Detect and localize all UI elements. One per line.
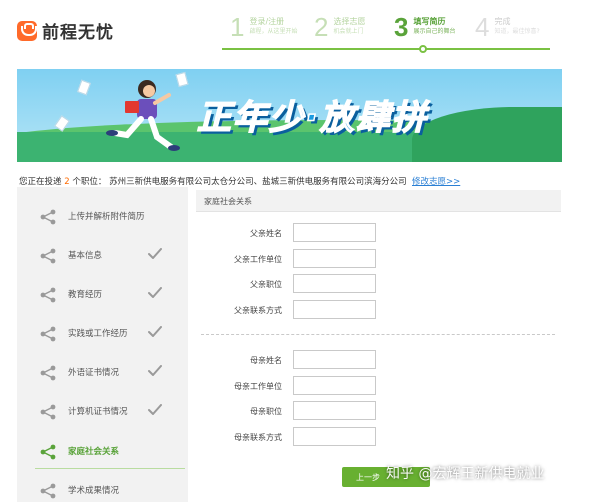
step-title: 填写简历 <box>413 17 446 26</box>
share-node-icon <box>40 404 56 420</box>
field-label: 父亲职位 <box>250 280 282 289</box>
field-label: 父亲姓名 <box>250 229 282 238</box>
notice-prefix: 您正在投递 <box>19 177 62 187</box>
application-notice: 您正在投递 2 个职位： 苏州三新供电服务有限公司太仓分公司、盐城三新供电服务有… <box>19 175 564 187</box>
sidebar-item-label: 实践或工作经历 <box>68 329 128 339</box>
steps-progress-line <box>222 48 550 50</box>
header: 前程无忧 1 登录/注册 啟程，从这里开始 2 选择志愿 机会就上门 3 填写简… <box>0 0 600 62</box>
mother-input-1[interactable] <box>293 376 376 395</box>
father-input-2[interactable] <box>293 274 376 293</box>
sidebar-item[interactable]: 外语证书情况 <box>17 357 188 387</box>
share-node-icon <box>40 483 56 499</box>
field-label: 母亲职位 <box>250 407 282 416</box>
step-subtitle: 展示自己的舞台 <box>413 28 456 35</box>
field-label: 母亲联系方式 <box>234 433 282 442</box>
sidebar-item[interactable]: 计算机证书情况 <box>17 396 188 426</box>
banner-hill <box>412 107 562 162</box>
share-node-icon <box>40 287 56 303</box>
applied-positions: 苏州三新供电服务有限公司太仓分公司、盐城三新供电服务有限公司滨海分公司 <box>109 177 407 187</box>
checkmark-icon <box>148 248 162 260</box>
mother-field-row: 母亲姓名 <box>196 350 496 370</box>
field-label: 母亲工作单位 <box>234 382 282 391</box>
mother-input-0[interactable] <box>293 350 376 369</box>
step-number: 4 <box>475 12 490 42</box>
sidebar-item-label: 学术成果情况 <box>68 486 120 496</box>
modify-preference-link[interactable]: 修改志愿>> <box>412 175 460 187</box>
sidebar-item-label: 基本信息 <box>68 251 103 261</box>
checkmark-icon <box>148 287 162 299</box>
section-title: 家庭社会关系 <box>204 197 252 206</box>
step-4: 4 完成 知道，最佳惊喜? <box>475 12 540 42</box>
sidebar-item-label: 外语证书情况 <box>68 368 120 378</box>
section-divider <box>201 334 555 335</box>
step-title: 完成 <box>494 17 511 26</box>
share-node-icon <box>40 326 56 342</box>
mother-field-row: 母亲联系方式 <box>196 427 496 447</box>
flying-paper-icon <box>77 79 91 96</box>
step-subtitle: 机会就上门 <box>333 28 364 35</box>
resume-sections-sidebar: 上传并解析附件简历 基本信息教育经历实践或工作经历 外语证书情况 计算机证书情况 家庭社… <box>17 187 188 502</box>
notice-middle: 个职位： <box>72 177 107 187</box>
checkmark-icon <box>148 326 162 338</box>
active-item-underline <box>35 468 185 469</box>
sidebar-item-label: 家庭社会关系 <box>68 447 120 457</box>
sidebar-item[interactable]: 家庭社会关系 <box>17 436 188 466</box>
step-number: 3 <box>394 12 409 42</box>
share-node-icon <box>40 248 56 264</box>
step-1: 1 登录/注册 啟程，从这里开始 <box>230 12 297 42</box>
banner-slogan: 正年少·放肆拼 <box>196 97 428 139</box>
checkmark-icon <box>148 404 162 416</box>
sidebar-item-label: 计算机证书情况 <box>68 407 128 417</box>
section-header: 家庭社会关系 <box>196 190 561 212</box>
mother-field-row: 母亲工作单位 <box>196 376 496 396</box>
position-count: 2 <box>64 177 70 187</box>
runner-illustration-icon <box>106 80 180 151</box>
father-input-1[interactable] <box>293 249 376 268</box>
sidebar-item[interactable]: 教育经历 <box>17 279 188 309</box>
checkmark-icon <box>148 365 162 377</box>
mother-field-row: 母亲职位 <box>196 401 496 421</box>
step-title: 选择志愿 <box>333 17 366 26</box>
father-field-row: 父亲联系方式 <box>196 300 496 320</box>
field-label: 母亲姓名 <box>250 356 282 365</box>
sidebar-item[interactable]: 上传并解析附件简历 <box>17 201 188 231</box>
sidebar-item[interactable]: 学术成果情况 <box>17 475 188 502</box>
brand-logo[interactable]: 前程无忧 <box>17 18 114 43</box>
father-input-0[interactable] <box>293 223 376 242</box>
father-field-row: 父亲姓名 <box>196 223 496 243</box>
father-input-3[interactable] <box>293 300 376 319</box>
campaign-banner: 正年少·放肆拼 <box>17 69 562 162</box>
watermark: 知乎 @宏辉王新供电就业 <box>386 466 545 482</box>
step-number: 2 <box>314 12 329 42</box>
share-node-icon <box>40 365 56 381</box>
father-field-row: 父亲工作单位 <box>196 249 496 269</box>
current-step-marker-icon <box>419 45 427 53</box>
brand-logo-icon <box>17 20 37 41</box>
step-subtitle: 啟程，从这里开始 <box>249 28 298 35</box>
progress-steps: 1 登录/注册 啟程，从这里开始 2 选择志愿 机会就上门 3 填写简历 展示自… <box>222 12 550 53</box>
father-field-row: 父亲职位 <box>196 274 496 294</box>
step-2: 2 选择志愿 机会就上门 <box>314 12 365 42</box>
sidebar-item-label: 上传并解析附件简历 <box>68 212 145 222</box>
mother-input-3[interactable] <box>293 427 376 446</box>
sidebar-item-label: 教育经历 <box>68 290 103 300</box>
share-node-icon <box>40 444 56 460</box>
field-label: 父亲工作单位 <box>234 255 282 264</box>
step-number: 1 <box>230 12 245 42</box>
step-title: 登录/注册 <box>249 17 285 26</box>
sidebar-item[interactable]: 基本信息 <box>17 240 188 270</box>
field-label: 父亲联系方式 <box>234 306 282 315</box>
step-3: 3 填写简历 展示自己的舞台 <box>394 12 455 42</box>
step-subtitle: 知道，最佳惊喜? <box>494 28 540 35</box>
sidebar-item[interactable]: 实践或工作经历 <box>17 318 188 348</box>
mother-input-2[interactable] <box>293 401 376 420</box>
share-node-icon <box>40 209 56 225</box>
brand-name: 前程无忧 <box>42 23 114 43</box>
